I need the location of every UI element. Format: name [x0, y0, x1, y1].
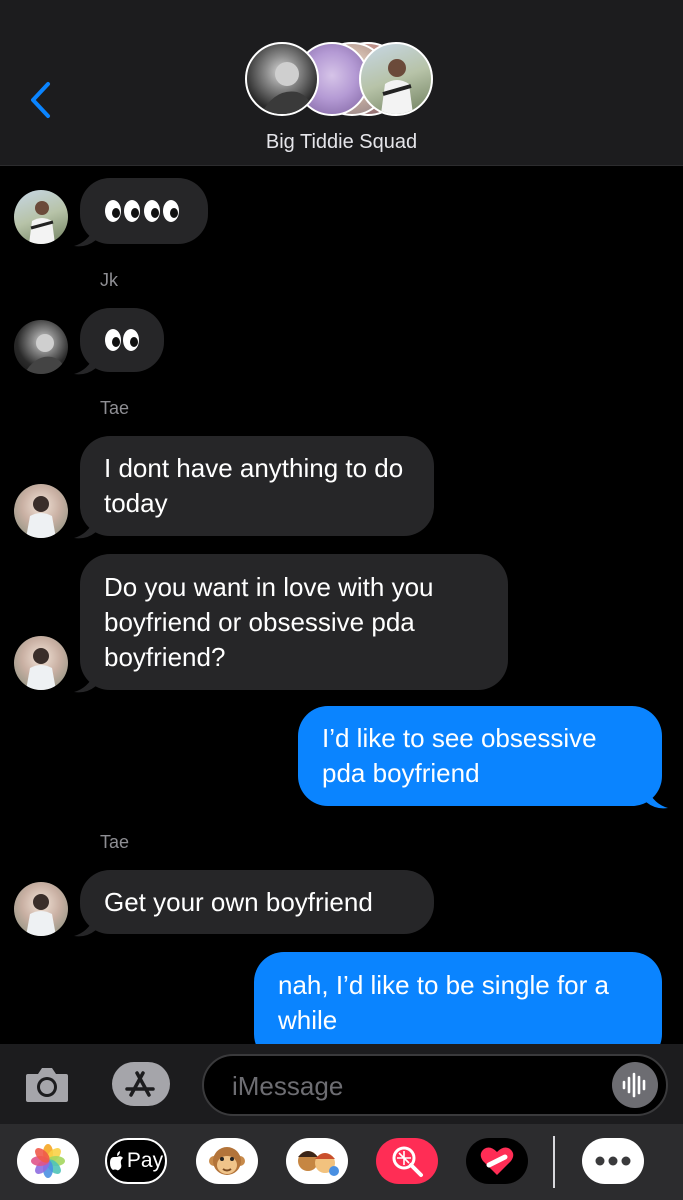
camera-button[interactable]	[24, 1064, 70, 1104]
app-store-icon	[112, 1062, 170, 1106]
heart-sticker-button[interactable]	[466, 1138, 528, 1184]
audio-waveform-icon	[622, 1072, 646, 1098]
message-list[interactable]: Jk Tae I dont have anything to do today …	[0, 166, 683, 1044]
apple-pay-button[interactable]: Pay	[105, 1138, 167, 1184]
group-title[interactable]: Big Tiddie Squad	[0, 131, 683, 154]
more-apps-icon	[595, 1156, 631, 1166]
bubble-tail	[74, 520, 96, 539]
message-bubble-outgoing[interactable]: nah, I’d like to be single for a while	[254, 952, 662, 1044]
animoji-monkey-icon	[209, 1147, 245, 1175]
message-input[interactable]	[230, 1056, 594, 1116]
message-bubble-incoming[interactable]	[80, 178, 208, 244]
sender-name: Tae	[100, 832, 130, 852]
person-dark-avatar	[245, 42, 319, 116]
conversation-header: Big Tiddie Squad	[0, 0, 683, 166]
person-light-avatar[interactable]	[14, 484, 68, 538]
apple-pay-label: Pay	[126, 1149, 164, 1172]
message-bubble-incoming[interactable]: I dont have anything to do today	[80, 436, 434, 536]
message-text: I’d like to see obsessive pda boyfriend	[322, 723, 597, 788]
heart-sticker-icon	[480, 1147, 514, 1175]
memoji-icon	[298, 1151, 339, 1176]
message-text: nah, I’d like to be single for a while	[278, 970, 609, 1035]
photos-app-button[interactable]	[17, 1138, 79, 1184]
bubble-tail	[74, 228, 96, 247]
app-drawer: Pay	[0, 1124, 683, 1200]
message-bubble-incoming[interactable]: Get your own boyfriend	[80, 870, 434, 934]
eyes-emoji	[104, 327, 140, 353]
bubble-tail	[646, 790, 668, 809]
person-light-avatar[interactable]	[14, 636, 68, 690]
message-text: Do you want in love with you boyfriend o…	[104, 571, 434, 672]
message-bubble-incoming[interactable]: Do you want in love with you boyfriend o…	[80, 554, 508, 690]
person-light-avatar[interactable]	[14, 882, 68, 936]
image-search-button[interactable]	[376, 1138, 438, 1184]
bubble-tail	[74, 674, 96, 693]
compose-bar	[0, 1044, 683, 1124]
message-text: I dont have anything to do today	[104, 453, 404, 518]
group-avatar-stack[interactable]	[245, 42, 435, 120]
audio-message-button[interactable]	[612, 1062, 658, 1108]
photos-icon	[31, 1144, 65, 1178]
back-button[interactable]	[22, 78, 58, 122]
sender-name: Tae	[100, 398, 130, 418]
apple-pay-icon: Pay	[109, 1149, 163, 1173]
person-outdoor-avatar[interactable]	[14, 190, 68, 244]
sender-name: Jk	[100, 270, 118, 290]
eyes-emoji	[104, 198, 180, 224]
camera-icon	[26, 1068, 68, 1102]
person-outdoor-avatar	[359, 42, 433, 116]
app-store-button[interactable]	[111, 1061, 171, 1107]
chevron-left-icon	[31, 82, 50, 118]
bubble-tail	[74, 356, 96, 375]
more-apps-button[interactable]	[582, 1138, 644, 1184]
drawer-divider	[553, 1136, 555, 1188]
image-search-icon	[392, 1146, 423, 1177]
message-field[interactable]	[202, 1054, 668, 1116]
bubble-tail	[74, 918, 96, 937]
person-dark-avatar[interactable]	[14, 320, 68, 374]
memoji-button[interactable]	[286, 1138, 348, 1184]
animoji-button[interactable]	[196, 1138, 258, 1184]
message-text: Get your own boyfriend	[104, 886, 373, 917]
message-bubble-outgoing[interactable]: I’d like to see obsessive pda boyfriend	[298, 706, 662, 806]
